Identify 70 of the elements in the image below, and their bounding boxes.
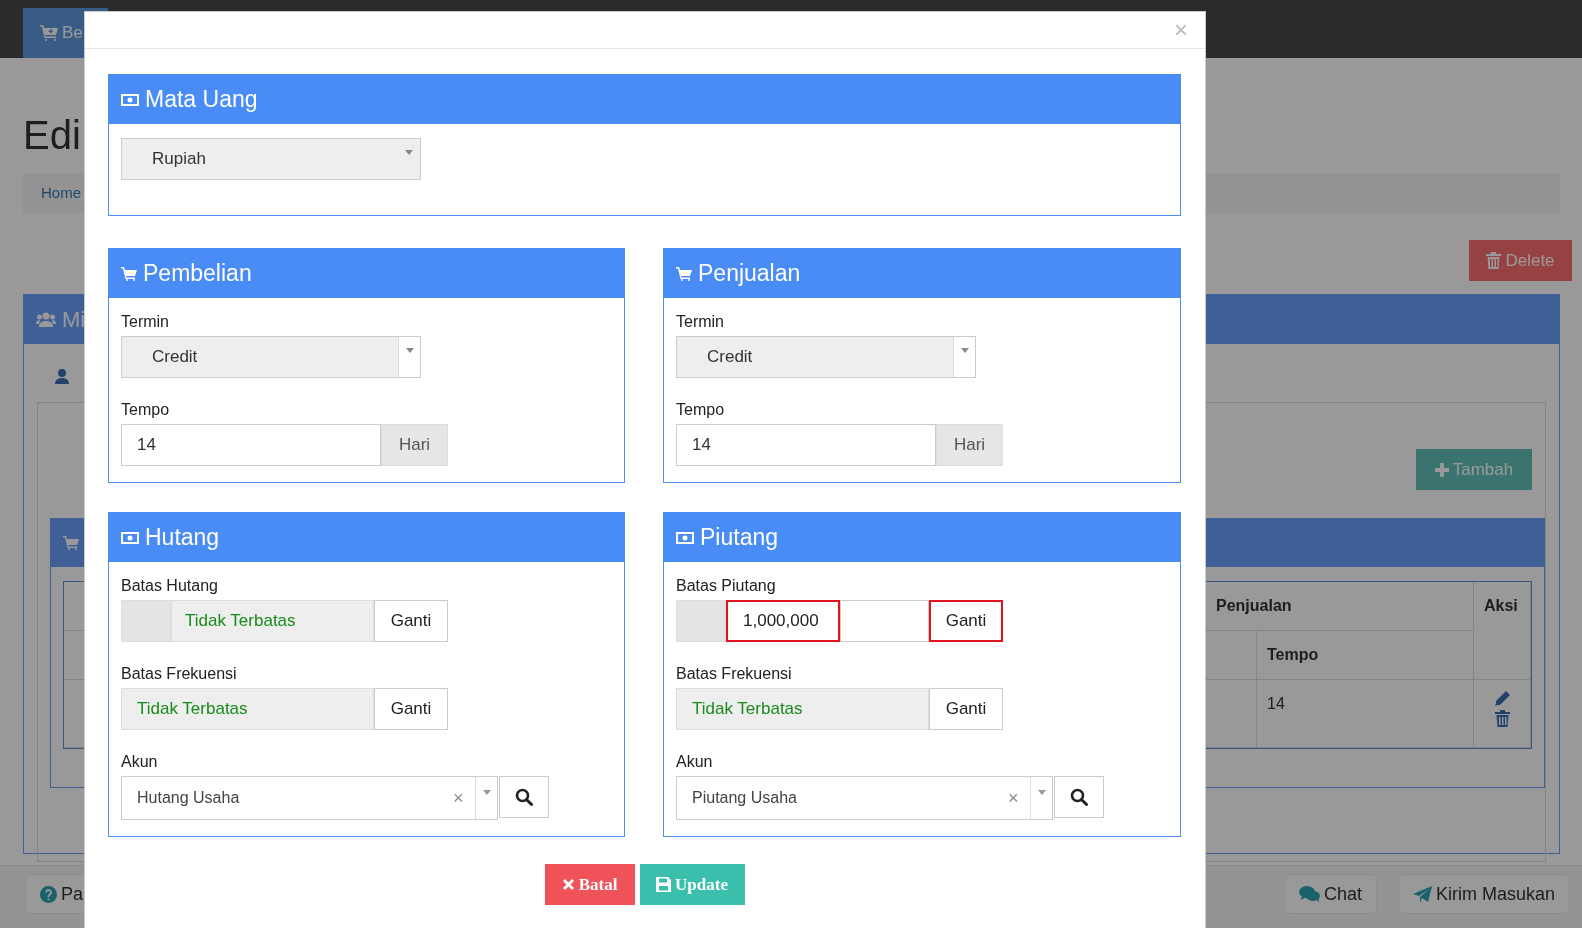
input-field[interactable]: 1,000,000 xyxy=(726,600,840,642)
money-icon xyxy=(676,531,694,544)
cart-icon xyxy=(40,25,58,41)
change-button[interactable]: Ganti xyxy=(374,600,448,642)
caret-icon xyxy=(482,790,491,795)
change-button[interactable]: Ganti xyxy=(374,688,448,730)
save-icon xyxy=(656,877,672,892)
money-icon xyxy=(121,531,139,544)
field-label: Batas Frekuensi xyxy=(676,664,792,684)
clear-button[interactable]: × xyxy=(453,784,475,812)
delete-icon[interactable] xyxy=(1494,710,1510,727)
section-title: Piutang xyxy=(700,523,778,553)
input-field[interactable]: 14 xyxy=(676,424,936,466)
users-icon xyxy=(36,312,56,327)
change-button[interactable]: Ganti xyxy=(929,688,1003,730)
limit-value: Tidak Terbatas xyxy=(676,688,929,730)
field-label: Tempo xyxy=(676,400,725,420)
caret-icon xyxy=(405,348,414,353)
table-header: Aksi xyxy=(1474,582,1531,680)
input-addon: Hari xyxy=(381,424,448,466)
field-label: Batas Hutang xyxy=(121,576,218,596)
user-icon xyxy=(55,369,69,385)
plus-icon xyxy=(1434,462,1449,477)
chat-button[interactable]: Chat xyxy=(1283,874,1377,914)
feedback-button[interactable]: Kirim Masukan xyxy=(1397,874,1570,914)
field-label: Batas Frekuensi xyxy=(121,664,237,684)
table-cell: 14 xyxy=(1257,680,1474,748)
field-label: Batas Piutang xyxy=(676,576,776,596)
question-icon xyxy=(40,885,57,903)
input-addon xyxy=(121,600,171,642)
select-field[interactable]: Piutang Usaha × xyxy=(676,776,1053,820)
chat-icon xyxy=(1298,885,1320,903)
input-addon xyxy=(676,600,726,642)
search-button[interactable] xyxy=(499,776,549,818)
money-icon xyxy=(121,93,139,106)
search-icon xyxy=(1070,788,1088,806)
select-field[interactable]: Credit xyxy=(121,336,421,378)
trash-icon xyxy=(1486,252,1502,269)
caret-icon xyxy=(1037,790,1046,795)
caret-icon xyxy=(405,150,413,155)
select-field[interactable]: Rupiah xyxy=(121,138,421,180)
section-title: Mata Uang xyxy=(145,85,258,115)
page-heading: Edi xyxy=(23,112,81,159)
field-label: Termin xyxy=(676,312,724,332)
clear-button[interactable]: × xyxy=(1008,784,1030,812)
section-title: Penjualan xyxy=(698,259,801,289)
caret-icon xyxy=(960,348,969,353)
change-button[interactable]: Ganti xyxy=(929,600,1003,642)
limit-value: Tidak Terbatas xyxy=(171,600,374,642)
select-field[interactable]: Credit xyxy=(676,336,976,378)
input-addon: Hari xyxy=(936,424,1003,466)
field-label: Akun xyxy=(676,752,713,772)
limit-value: Tidak Terbatas xyxy=(121,688,374,730)
send-icon xyxy=(1412,885,1432,903)
section-title: Pembelian xyxy=(143,259,252,289)
search-icon xyxy=(515,788,533,806)
close-icon xyxy=(561,878,575,891)
search-button[interactable] xyxy=(1054,776,1104,818)
field-label: Akun xyxy=(121,752,158,772)
field-label: Tempo xyxy=(121,400,170,420)
panel-title: Mi xyxy=(62,306,86,334)
edit-icon[interactable] xyxy=(1493,690,1511,707)
table-header: Tempo xyxy=(1257,631,1474,680)
cart-icon xyxy=(121,266,137,281)
section-title: Hutang xyxy=(145,523,220,553)
cart-icon xyxy=(63,536,79,550)
select-field[interactable]: Hutang Usaha × xyxy=(121,776,498,820)
input-field[interactable]: 14 xyxy=(121,424,381,466)
field-label: Termin xyxy=(121,312,169,332)
cart-icon xyxy=(676,266,692,281)
